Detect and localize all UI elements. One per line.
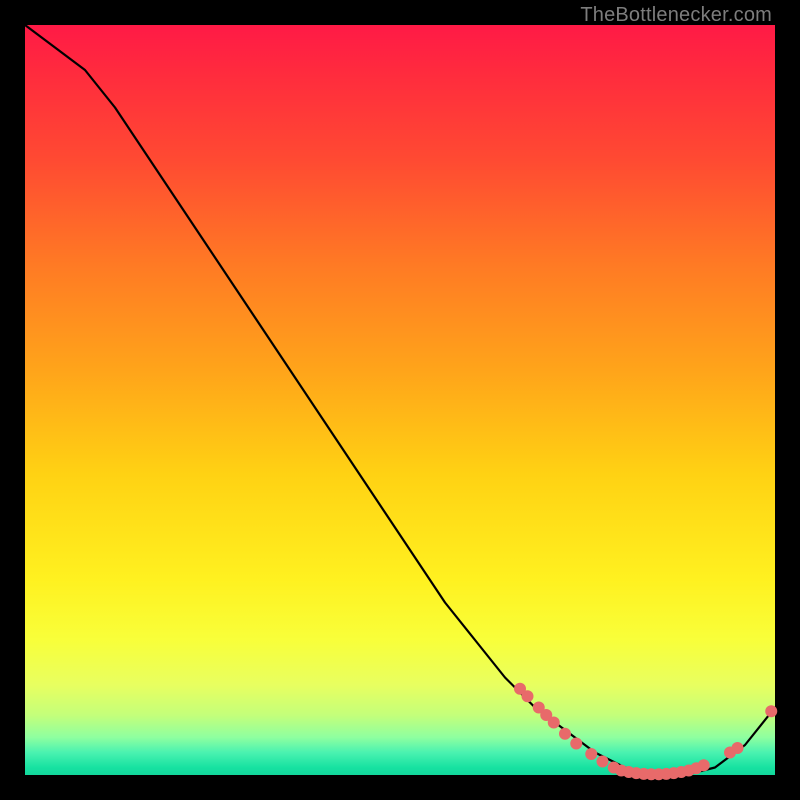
data-point-marker bbox=[585, 748, 597, 760]
data-point-marker bbox=[570, 738, 582, 750]
data-point-marker bbox=[522, 690, 534, 702]
bottleneck-curve bbox=[25, 25, 775, 775]
data-point-marker bbox=[765, 705, 777, 717]
data-point-marker bbox=[597, 756, 609, 768]
watermark-label: TheBottlenecker.com bbox=[580, 4, 772, 27]
data-point-marker bbox=[698, 759, 710, 771]
data-point-marker bbox=[732, 742, 744, 754]
data-point-marker bbox=[548, 717, 560, 729]
chart-overlay bbox=[25, 25, 775, 775]
chart-frame: TheBottlenecker.com bbox=[0, 0, 800, 800]
data-point-marker bbox=[559, 728, 571, 740]
